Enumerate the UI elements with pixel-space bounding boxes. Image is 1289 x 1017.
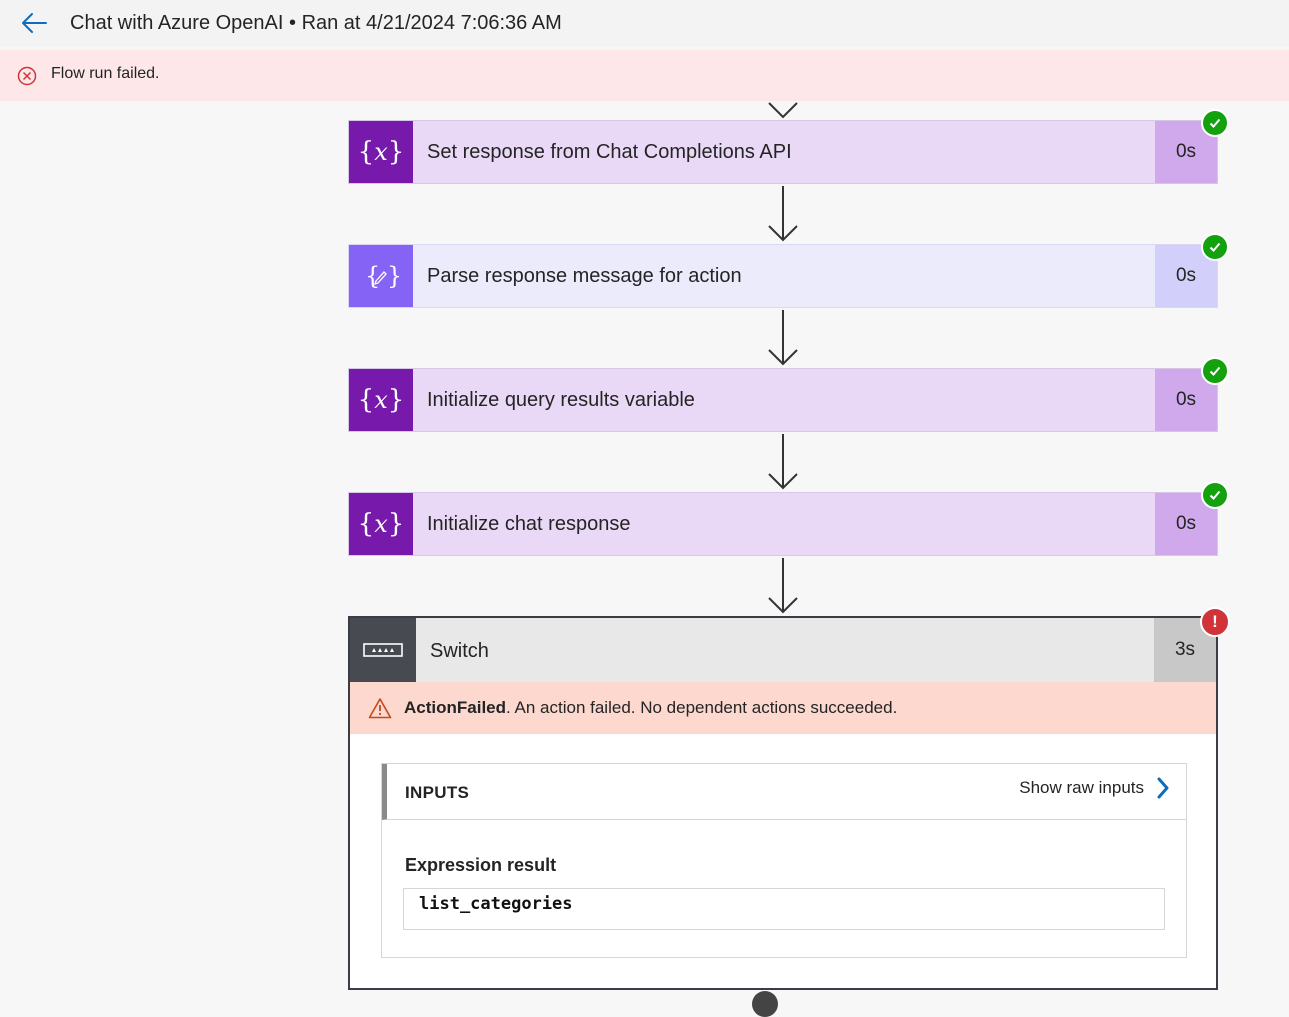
connector-arrow [768,434,798,490]
flow-step-init-query-results[interactable]: {x} Initialize query results variable 0s [348,368,1218,432]
run-status-banner: Flow run failed. [0,50,1289,101]
connector-arrow [768,102,798,119]
error-circle-icon [17,66,37,86]
run-header: Chat with Azure OpenAI • Ran at 4/21/202… [0,0,1289,47]
error-code: ActionFailed [404,698,507,717]
back-button[interactable] [20,9,48,37]
flow-step-set-response[interactable]: {x} Set response from Chat Completions A… [348,120,1218,184]
step-label: Initialize query results variable [427,389,695,411]
chevron-right-icon [1157,777,1169,799]
show-raw-inputs-link[interactable]: Show raw inputs [1019,777,1170,799]
variable-icon: {x} [349,121,413,183]
flow-step-switch[interactable]: Switch 3s ActionFailed. An action failed… [348,616,1218,990]
connector-arrow [768,310,798,366]
arrow-left-icon [22,13,47,33]
step-label: Switch [430,640,489,662]
inputs-panel: INPUTS Show raw inputs Expression result… [381,763,1187,958]
connector-arrow [768,558,798,614]
step-label: Initialize chat response [427,513,631,535]
error-text: ActionFailed. An action failed. No depen… [404,698,897,718]
expand-collapse-icon[interactable] [752,991,778,1017]
svg-text:}: } [387,262,399,290]
inputs-title: INPUTS [405,783,470,802]
error-status-icon: ! [1200,607,1230,637]
warning-icon [368,698,392,719]
page-title: Chat with Azure OpenAI • Ran at 4/21/202… [70,12,562,34]
flow-step-init-chat-response[interactable]: {x} Initialize chat response 0s [348,492,1218,556]
expression-result-value: list_categories [403,888,1165,930]
success-check-icon [1201,109,1229,137]
variable-icon: {x} [349,369,413,431]
expression-result-label: Expression result [405,855,557,875]
success-check-icon [1201,233,1229,261]
show-raw-inputs-label: Show raw inputs [1019,778,1144,797]
switch-header[interactable]: Switch 3s [350,618,1216,682]
banner-message: Flow run failed. [51,65,160,82]
flow-step-parse-response[interactable]: { } Parse response message for action 0s [348,244,1218,308]
success-check-icon [1201,481,1229,509]
success-check-icon [1201,357,1229,385]
step-label: Parse response message for action [427,265,742,287]
switch-icon [350,618,416,682]
inputs-header: INPUTS Show raw inputs [382,764,1186,820]
error-message: . An action failed. No dependent actions… [506,698,898,717]
svg-text:{: { [365,262,380,290]
step-label: Set response from Chat Completions API [427,141,792,163]
variable-icon: {x} [349,493,413,555]
error-message-bar: ActionFailed. An action failed. No depen… [350,682,1216,734]
data-operation-icon: { } [349,245,413,307]
connector-arrow [768,186,798,242]
